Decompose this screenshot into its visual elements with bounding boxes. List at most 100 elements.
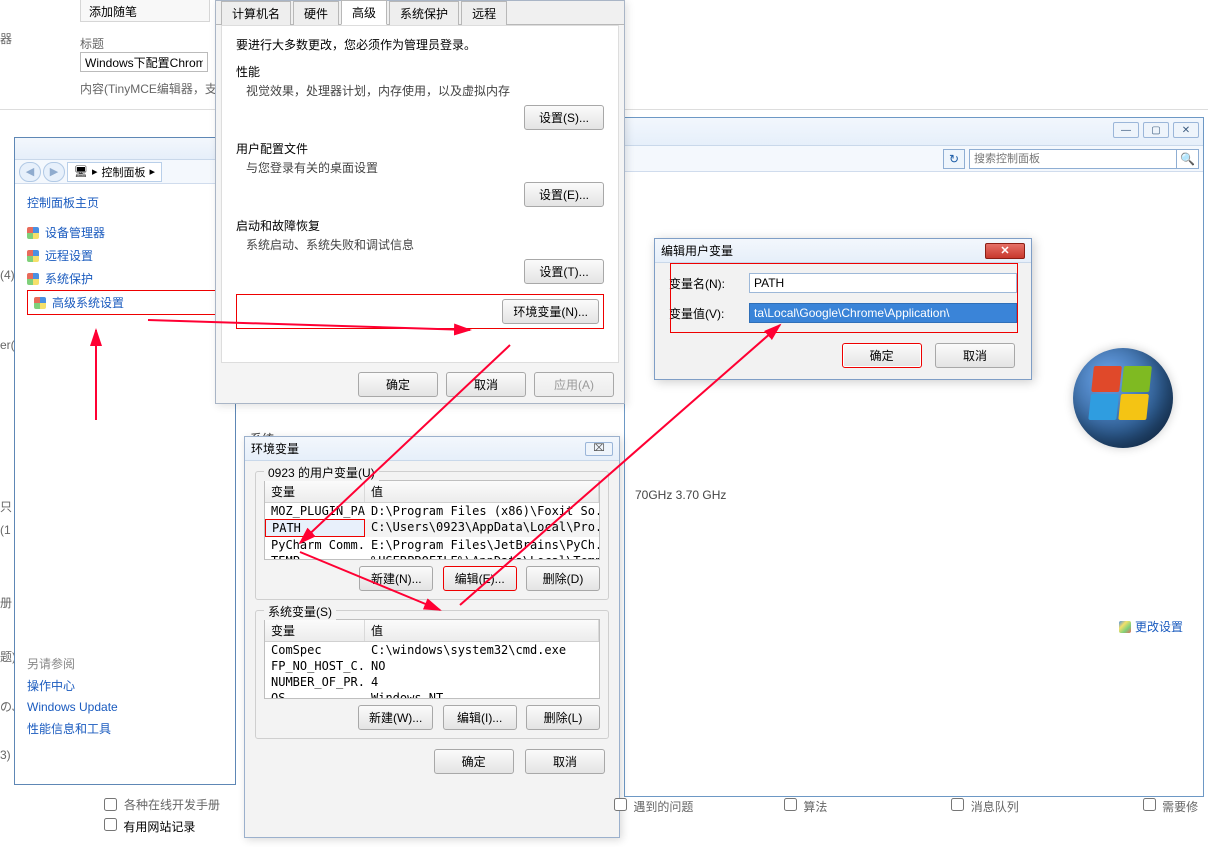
sys-new-button[interactable]: 新建(W)... <box>358 705 433 730</box>
col-var: 变量 <box>265 481 365 502</box>
minimize-button[interactable]: — <box>1113 122 1139 138</box>
perf-desc: 视觉效果，处理器计划，内存使用，以及虚拟内存 <box>246 82 604 99</box>
cp-heading: 控制面板主页 <box>27 194 223 211</box>
link-advanced-system-settings[interactable]: 高级系统设置 <box>27 290 223 315</box>
search-input[interactable] <box>970 150 1174 168</box>
profiles-heading: 用户配置文件 <box>236 140 604 157</box>
cancel-button[interactable]: 取消 <box>935 343 1015 368</box>
user-new-button[interactable]: 新建(N)... <box>359 566 433 591</box>
control-panel-sidebar: ◀ ▶ 🖥 ▸ 控制面板 ▸ 控制面板主页 设备管理器 远程设置 系统保护 高级… <box>14 137 236 785</box>
table-row[interactable]: MOZ_PLUGIN_PATHD:\Program Files (x86)\Fo… <box>265 503 599 519</box>
refresh-button[interactable]: ↻ <box>943 149 965 169</box>
tab-bar: 计算机名 硬件 高级 系统保护 远程 <box>216 1 624 25</box>
table-row[interactable]: ComSpecC:\windows\system32\cmd.exe <box>265 642 599 658</box>
startup-heading: 启动和故障恢复 <box>236 217 604 234</box>
checkbox[interactable] <box>951 798 964 811</box>
title-label: 标题 <box>80 35 104 52</box>
back-button[interactable]: ◀ <box>19 162 41 182</box>
computer-icon: 🖥 <box>74 165 88 178</box>
table-row[interactable]: FP_NO_HOST_C...NO <box>265 658 599 674</box>
ok-button[interactable]: 确定 <box>842 343 922 368</box>
table-row[interactable]: OSWindows_NT <box>265 690 599 699</box>
col-val: 值 <box>365 481 599 502</box>
dialog-title: 环境变量 <box>251 440 299 457</box>
startup-settings-button[interactable]: 设置(T)... <box>524 259 604 284</box>
editor-tab-addnote[interactable]: 添加随笔 <box>80 0 210 22</box>
link-action-center[interactable]: 操作中心 <box>27 676 223 695</box>
user-vars-list[interactable]: 变量 值 MOZ_PLUGIN_PATHD:\Program Files (x8… <box>264 480 600 560</box>
breadcrumb[interactable]: 🖥 ▸ 控制面板 ▸ <box>67 162 162 182</box>
shield-icon <box>34 297 46 309</box>
col-var: 变量 <box>265 620 365 641</box>
system-properties-dialog: 计算机名 硬件 高级 系统保护 远程 要进行大多数更改，您必须作为管理员登录。 … <box>215 0 625 404</box>
close-button[interactable]: ✕ <box>1173 122 1199 138</box>
env-vars-dialog: 环境变量 ⌧ 0923 的用户变量(U) 变量 值 MOZ_PLUGIN_PAT… <box>244 436 620 838</box>
sys-edit-button[interactable]: 编辑(I)... <box>443 705 517 730</box>
tab-hardware[interactable]: 硬件 <box>293 1 339 25</box>
dialog-titlebar[interactable]: 编辑用户变量 ✕ <box>655 239 1031 263</box>
link-perf-info[interactable]: 性能信息和工具 <box>27 719 223 738</box>
edit-user-var-dialog: 编辑用户变量 ✕ 变量名(N): 变量值(V): 确定 取消 <box>654 238 1032 380</box>
shield-icon <box>27 273 39 285</box>
env-vars-button[interactable]: 环境变量(N)... <box>502 299 599 324</box>
window-titlebar[interactable]: — ▢ ✕ <box>625 118 1203 146</box>
checkbox[interactable] <box>104 798 117 811</box>
dialog-titlebar[interactable]: 环境变量 ⌧ <box>245 437 619 461</box>
sys-vars-group-label: 系统变量(S) <box>264 603 336 620</box>
perf-settings-button[interactable]: 设置(S)... <box>524 105 604 130</box>
change-settings-link[interactable]: 更改设置 <box>1119 618 1183 635</box>
background-fragment: 遇到的问题 算法 消息队列 需要修 <box>780 795 1198 815</box>
search-icon[interactable]: 🔍 <box>1176 150 1198 168</box>
col-val: 值 <box>365 620 599 641</box>
table-row[interactable]: TEMP%USERPROFILE%\AppData\Local\Temp <box>265 553 599 560</box>
var-name-label: 变量名(N): <box>669 275 749 292</box>
maximize-button[interactable]: ▢ <box>1143 122 1169 138</box>
user-vars-group-label: 0923 的用户变量(U) <box>264 464 379 481</box>
startup-desc: 系统启动、系统失败和调试信息 <box>246 236 604 253</box>
checkbox[interactable] <box>784 798 797 811</box>
cancel-button[interactable]: 取消 <box>446 372 526 397</box>
tab-advanced[interactable]: 高级 <box>341 0 387 25</box>
table-row[interactable]: PyCharm Comm...E:\Program Files\JetBrain… <box>265 537 599 553</box>
forward-button[interactable]: ▶ <box>43 162 65 182</box>
var-name-input[interactable] <box>749 273 1017 293</box>
window-titlebar[interactable] <box>15 138 235 160</box>
background-fragment: 有用网站记录 <box>100 815 195 835</box>
background-fragment: 3) <box>0 740 11 770</box>
table-row[interactable]: PATHC:\Users\0923\AppData\Local\Pro... <box>265 519 599 537</box>
see-also-label: 另请参阅 <box>27 655 223 672</box>
link-windows-update[interactable]: Windows Update <box>27 699 223 715</box>
control-panel-window-back: — ▢ ✕ ↻ 🔍 70GHz 3.70 GHz 更改设置 <box>624 117 1204 797</box>
background-fragment: er( <box>0 330 15 360</box>
checkbox[interactable] <box>614 798 627 811</box>
background-fragment: (4) <box>0 260 15 290</box>
ok-button[interactable]: 确定 <box>434 749 514 774</box>
ok-button[interactable]: 确定 <box>358 372 438 397</box>
link-remote-settings[interactable]: 远程设置 <box>27 244 223 267</box>
search-box[interactable]: 🔍 <box>969 149 1199 169</box>
user-delete-button[interactable]: 删除(D) <box>526 566 600 591</box>
sys-vars-list[interactable]: 变量 值 ComSpecC:\windows\system32\cmd.exeF… <box>264 619 600 699</box>
user-edit-button[interactable]: 编辑(E)... <box>443 566 517 591</box>
close-button[interactable]: ✕ <box>985 243 1025 259</box>
title-input[interactable] <box>80 52 208 72</box>
profiles-settings-button[interactable]: 设置(E)... <box>524 182 604 207</box>
tab-remote[interactable]: 远程 <box>461 1 507 25</box>
checkbox[interactable] <box>104 818 117 831</box>
cancel-button[interactable]: 取消 <box>525 749 605 774</box>
checkbox[interactable] <box>1143 798 1156 811</box>
link-device-manager[interactable]: 设备管理器 <box>27 221 223 244</box>
table-row[interactable]: NUMBER_OF_PR...4 <box>265 674 599 690</box>
close-button[interactable]: ⌧ <box>585 442 613 456</box>
link-system-protection[interactable]: 系统保护 <box>27 267 223 290</box>
background-fragment: 册 <box>0 586 12 619</box>
tab-computer-name[interactable]: 计算机名 <box>221 1 291 25</box>
apply-button[interactable]: 应用(A) <box>534 372 614 397</box>
perf-heading: 性能 <box>236 63 604 80</box>
background-fragment: 各种在线开发手册 <box>100 795 220 814</box>
var-value-label: 变量值(V): <box>669 305 749 322</box>
tab-system-protection[interactable]: 系统保护 <box>389 1 459 25</box>
windows-logo <box>1063 338 1183 458</box>
var-value-input[interactable] <box>749 303 1017 323</box>
sys-delete-button[interactable]: 删除(L) <box>526 705 600 730</box>
